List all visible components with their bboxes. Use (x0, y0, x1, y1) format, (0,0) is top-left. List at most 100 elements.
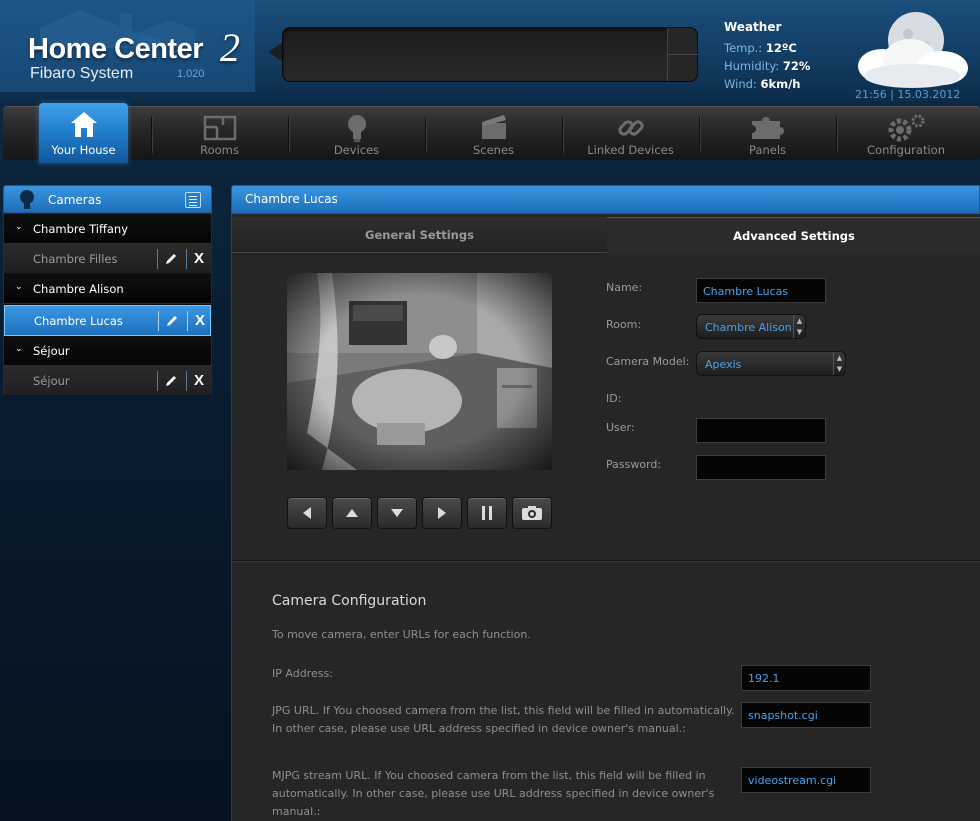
jpg-url-field[interactable]: snapshot.cgi (741, 702, 871, 728)
ip-address-field[interactable]: 192.1 (741, 665, 871, 691)
camera-list: ⌄ Chambre Tiffany Chambre Filles X ⌄ Cha… (3, 213, 212, 396)
link-icon (617, 120, 644, 136)
right-arrow-icon (438, 507, 446, 519)
nav-label: Rooms (200, 143, 239, 157)
camera-model-select[interactable]: Apexis ▲ ▼ (696, 351, 846, 376)
pencil-icon[interactable] (164, 374, 178, 388)
down-arrow-icon (391, 509, 403, 517)
panel-header: Chambre Lucas (231, 185, 980, 214)
bulb-icon (20, 190, 34, 209)
group-row-chambre-tiffany[interactable]: ⌄ Chambre Tiffany (4, 214, 211, 244)
chevron-down-icon: ⌄ (15, 222, 23, 232)
sidebar-title: Cameras (48, 193, 102, 207)
select-arrows-icon: ▲ ▼ (833, 352, 845, 375)
camera-name: Chambre Filles (33, 252, 118, 266)
pan-right-button[interactable] (422, 497, 462, 529)
mjpg-url-label: MJPG stream URL. If You choosed camera f… (272, 769, 715, 818)
nav-label: Panels (748, 143, 786, 157)
row-divider (186, 371, 187, 391)
nav-configuration[interactable]: Configuration (836, 107, 976, 161)
nav-your-house[interactable]: Your House (39, 103, 128, 163)
password-field[interactable] (696, 455, 826, 480)
tilt-up-button[interactable] (332, 497, 372, 529)
user-field[interactable] (696, 418, 826, 443)
up-arrow-icon (346, 509, 358, 517)
tilt-down-button[interactable] (377, 497, 417, 529)
weather-wind-value: 6km/h (760, 77, 801, 91)
weather-temp-label: Temp.: (724, 41, 763, 55)
weather-humidity-value: 72% (782, 59, 811, 73)
snapshot-button[interactable] (512, 497, 552, 529)
gears-icon (888, 114, 925, 142)
message-box[interactable] (282, 27, 698, 82)
tab-general-settings[interactable]: General Settings (232, 217, 607, 253)
camera-row-sejour[interactable]: Séjour X (4, 366, 211, 396)
camera-row-chambre-filles[interactable]: Chambre Filles X (4, 244, 211, 274)
select-arrows-icon: ▲ ▼ (793, 315, 805, 338)
pause-icon (482, 506, 492, 520)
row-divider (187, 311, 188, 331)
message-scrollbar[interactable] (667, 28, 698, 81)
nav-scenes[interactable]: Scenes (425, 107, 562, 161)
config-intro: To move camera, enter URLs for each func… (272, 628, 531, 641)
main-nav: Your House Rooms Devices Scenes Linked D… (3, 103, 980, 163)
tab-label: General Settings (365, 228, 474, 242)
delete-button[interactable]: X (194, 250, 204, 267)
group-row-chambre-alison[interactable]: ⌄ Chambre Alison (4, 274, 211, 304)
left-arrow-icon (303, 507, 311, 519)
row-divider (157, 371, 158, 391)
list-view-button[interactable] (185, 192, 201, 208)
room-label: Room: (606, 318, 642, 331)
row-divider (158, 311, 159, 331)
ip-address-label: IP Address: (272, 667, 333, 680)
clapperboard-icon (481, 115, 506, 139)
room-select-value: Chambre Alison (705, 321, 792, 334)
app-title-number: 2 (220, 25, 240, 70)
room-select[interactable]: Chambre Alison ▲ ▼ (696, 314, 806, 339)
chevron-down-icon: ⌄ (15, 344, 23, 354)
row-divider (186, 249, 187, 269)
nav-rooms[interactable]: Rooms (151, 107, 288, 161)
group-name: Chambre Alison (33, 282, 124, 296)
pause-button[interactable] (467, 497, 507, 529)
cloudy-night-icon (858, 12, 968, 88)
name-field[interactable]: Chambre Lucas (696, 278, 826, 303)
app-subtitle: Fibaro System (30, 65, 134, 82)
weather-temp: Temp.: 12ºC (724, 41, 797, 55)
rooms-icon (203, 115, 236, 141)
weather-humidity: Humidity: 72% (724, 59, 810, 73)
nav-panels[interactable]: Panels (699, 107, 836, 161)
group-row-sejour[interactable]: ⌄ Séjour (4, 336, 211, 366)
id-label: ID: (606, 392, 622, 405)
panel-body: General Settings Advanced Settings Name:… (231, 214, 980, 821)
camera-row-chambre-lucas[interactable]: Chambre Lucas X (4, 305, 211, 336)
pan-left-button[interactable] (287, 497, 327, 529)
message-pointer (268, 42, 283, 62)
delete-button[interactable]: X (194, 372, 204, 389)
name-label: Name: (606, 281, 643, 294)
pencil-icon[interactable] (164, 252, 178, 266)
puzzle-icon (751, 117, 784, 139)
camera-name: Chambre Lucas (34, 314, 123, 328)
weather-title: Weather (724, 20, 782, 34)
app-title: Home Center (28, 33, 204, 65)
weather-wind: Wind: 6km/h (724, 77, 800, 91)
password-label: Password: (606, 458, 662, 471)
tab-advanced-settings[interactable]: Advanced Settings (607, 217, 980, 253)
row-divider (157, 249, 158, 269)
nav-label: Your House (51, 143, 116, 157)
mjpg-url-field[interactable]: videostream.cgi (741, 767, 871, 793)
config-title: Camera Configuration (272, 593, 427, 609)
pencil-icon[interactable] (165, 314, 179, 328)
nav-label: Linked Devices (587, 143, 674, 157)
camera-icon (522, 506, 542, 520)
nav-label: Scenes (472, 143, 515, 157)
house-icon (70, 112, 97, 137)
weather-temp-value: 12ºC (765, 41, 797, 55)
delete-button[interactable]: X (195, 312, 205, 329)
nav-linked-devices[interactable]: Linked Devices (562, 107, 699, 161)
weather-datetime: 21:56 | 15.03.2012 (855, 88, 961, 101)
bulb-icon (347, 115, 366, 142)
nav-devices[interactable]: Devices (288, 107, 425, 161)
nav-label: Devices (333, 143, 380, 157)
